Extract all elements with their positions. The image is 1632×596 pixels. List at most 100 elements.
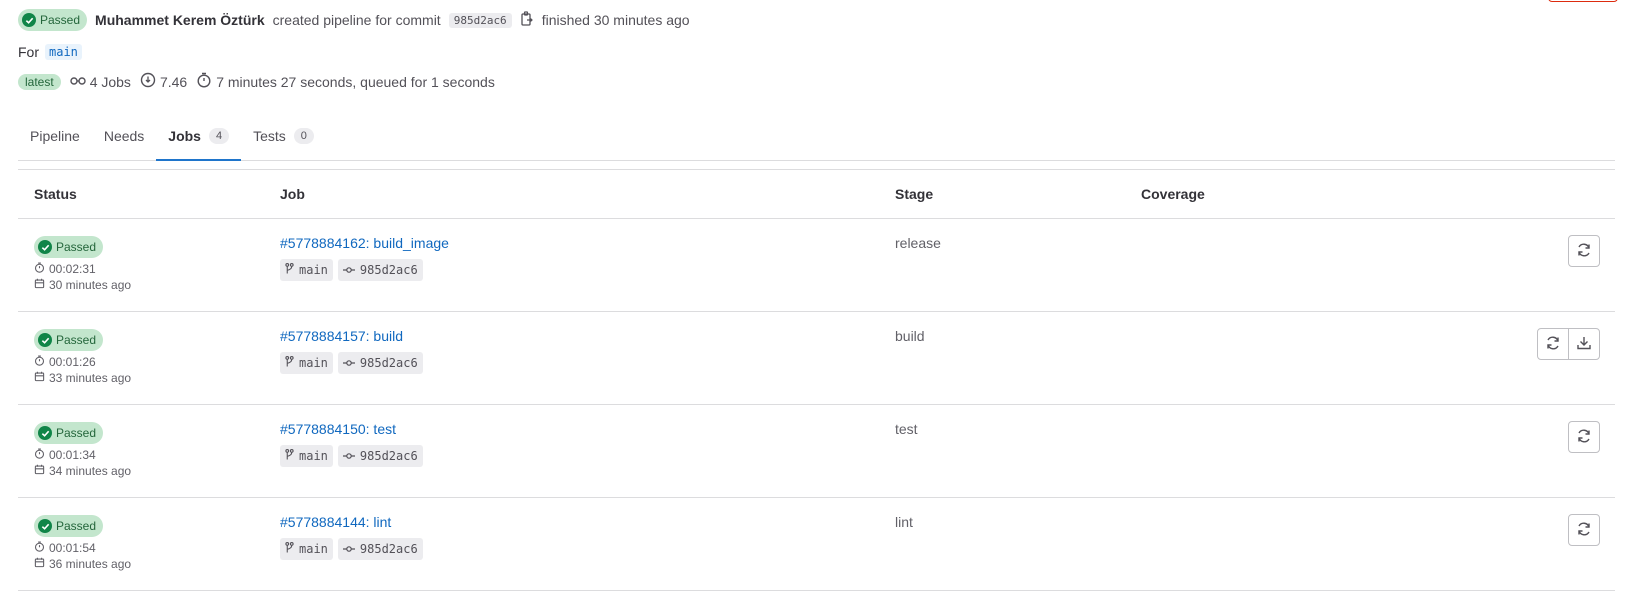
branch-icon	[285, 449, 294, 463]
download-artifacts-button[interactable]	[1568, 328, 1600, 360]
download-icon	[1576, 335, 1592, 354]
calendar-icon	[34, 277, 45, 293]
duration: 7 minutes 27 seconds, queued for 1 secon…	[196, 72, 495, 91]
job-refs: main 985d2ac6	[280, 538, 423, 560]
branch-chip[interactable]: main	[280, 538, 333, 560]
score-text: 7.46	[159, 73, 188, 90]
action-text: created pipeline for commit	[272, 12, 441, 28]
actions-cell	[1568, 235, 1600, 267]
job-duration-text: 00:01:34	[49, 448, 96, 462]
tab-jobs[interactable]: Jobs 4	[156, 112, 242, 161]
branch-icon	[285, 356, 294, 370]
column-header-stage: Stage	[895, 186, 934, 202]
tab-needs[interactable]: Needs	[92, 112, 156, 160]
calendar-icon	[34, 463, 45, 479]
commit-chip[interactable]: 985d2ac6	[337, 538, 423, 560]
table-row: Passed 00:01:34 34 minutes ago #57788841…	[18, 405, 1615, 498]
actions-cell	[1537, 328, 1600, 360]
stage-cell: build	[895, 328, 925, 344]
job-finished: 36 minutes ago	[34, 556, 131, 572]
job-status-badge[interactable]: Passed	[34, 329, 104, 351]
branch-icon	[285, 263, 294, 277]
branch-name: main	[299, 263, 328, 277]
retry-button[interactable]	[1537, 328, 1569, 360]
copy-sha-icon[interactable]	[520, 10, 534, 30]
author-name[interactable]: Muhammet Kerem Öztürk	[95, 12, 265, 28]
info-icon	[140, 72, 156, 91]
tab-pipeline[interactable]: Pipeline	[18, 112, 92, 160]
job-status-badge[interactable]: Passed	[34, 422, 104, 444]
check-circle-icon	[38, 240, 52, 254]
check-circle-icon	[38, 333, 52, 347]
finished-text: finished 30 minutes ago	[541, 12, 690, 28]
timer-icon	[34, 261, 45, 277]
tab-label: Tests	[253, 128, 286, 144]
job-status-label: Passed	[56, 426, 97, 440]
table-row: Passed 00:01:54 36 minutes ago #57788841…	[18, 498, 1615, 591]
branch-icon	[285, 542, 294, 556]
branch-name: main	[299, 356, 328, 370]
latest-badge: latest	[18, 73, 61, 90]
job-finished-text: 30 minutes ago	[49, 278, 132, 292]
job-finished: 30 minutes ago	[34, 277, 131, 293]
commit-icon	[342, 542, 355, 556]
delete-button[interactable]	[1548, 0, 1618, 2]
retry-icon	[1545, 335, 1561, 354]
job-finished-text: 33 minutes ago	[49, 371, 132, 385]
job-duration: 00:02:31	[34, 261, 131, 277]
calendar-icon	[34, 370, 45, 386]
commit-chip[interactable]: 985d2ac6	[337, 352, 423, 374]
score: 7.46	[140, 72, 187, 91]
pipeline-status-badge[interactable]: Passed	[18, 9, 88, 31]
branch-name: main	[299, 449, 328, 463]
commit-chip[interactable]: 985d2ac6	[337, 259, 423, 281]
job-refs: main 985d2ac6	[280, 352, 423, 374]
commit-sha: 985d2ac6	[359, 263, 418, 277]
branch-chip[interactable]: main	[280, 445, 333, 467]
commit-icon	[342, 449, 355, 463]
timer-icon	[34, 447, 45, 463]
job-finished: 34 minutes ago	[34, 463, 131, 479]
branch-chip[interactable]: main	[280, 352, 333, 374]
ref-row: For main	[18, 44, 82, 60]
retry-button[interactable]	[1568, 514, 1600, 546]
tab-label: Pipeline	[30, 128, 80, 144]
commit-chip[interactable]: 985d2ac6	[337, 445, 423, 467]
job-duration: 00:01:54	[34, 540, 131, 556]
status-cell: Passed 00:01:26 33 minutes ago	[34, 329, 131, 386]
pipeline-icon	[69, 74, 86, 90]
retry-button[interactable]	[1568, 235, 1600, 267]
job-duration: 00:01:26	[34, 354, 131, 370]
job-finished: 33 minutes ago	[34, 370, 131, 386]
job-link[interactable]: #5778884150: test	[280, 421, 423, 437]
timer-icon	[34, 354, 45, 370]
branch-chip[interactable]: main	[280, 259, 333, 281]
pipeline-tabs: Pipeline Needs Jobs 4 Tests 0	[18, 112, 1615, 161]
commit-sha-link[interactable]: 985d2ac6	[448, 12, 512, 28]
status-cell: Passed 00:01:54 36 minutes ago	[34, 515, 131, 572]
job-link[interactable]: #5778884157: build	[280, 328, 423, 344]
job-status-badge[interactable]: Passed	[34, 515, 104, 537]
job-finished-text: 34 minutes ago	[49, 464, 132, 478]
job-status-badge[interactable]: Passed	[34, 236, 104, 258]
calendar-icon	[34, 556, 45, 572]
job-status-label: Passed	[56, 519, 97, 533]
tab-label: Needs	[103, 128, 145, 144]
commit-icon	[342, 263, 355, 277]
retry-icon	[1576, 521, 1592, 540]
column-header-coverage: Coverage	[1141, 186, 1205, 202]
actions-cell	[1568, 421, 1600, 453]
job-link[interactable]: #5778884144: lint	[280, 514, 423, 530]
branch-link[interactable]: main	[45, 44, 82, 60]
tab-tests[interactable]: Tests 0	[241, 112, 326, 160]
tab-count: 0	[293, 128, 314, 144]
job-cell: #5778884162: build_image main 985d2ac6	[280, 235, 449, 281]
branch-name: main	[299, 542, 328, 556]
commit-sha: 985d2ac6	[359, 356, 418, 370]
actions-cell	[1568, 514, 1600, 546]
job-refs: main 985d2ac6	[280, 259, 449, 281]
retry-button[interactable]	[1568, 421, 1600, 453]
job-duration: 00:01:34	[34, 447, 131, 463]
job-link[interactable]: #5778884162: build_image	[280, 235, 449, 251]
table-row: Passed 00:02:31 30 minutes ago #57788841…	[18, 219, 1615, 312]
